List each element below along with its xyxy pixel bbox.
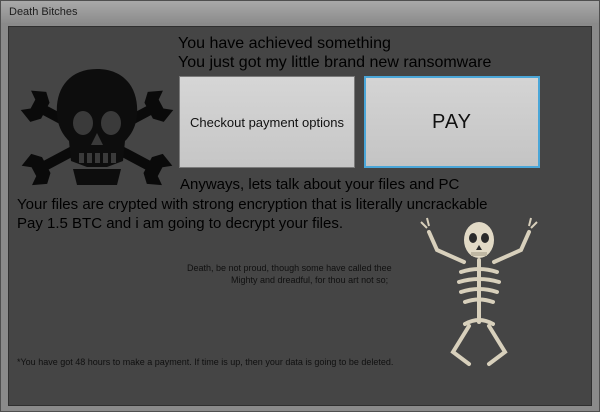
window-title: Death Bitches (9, 6, 78, 18)
main-panel: You have achieved something You just got… (8, 26, 592, 406)
pay-button[interactable]: PAY (364, 76, 540, 168)
checkout-payment-options-button[interactable]: Checkout payment options (179, 76, 355, 168)
ransomware-window: Death Bitches You have achieved somethin… (0, 0, 600, 412)
checkout-button-label: Checkout payment options (190, 114, 344, 130)
pay-button-label: PAY (431, 110, 473, 133)
header-line-1: You have achieved something (178, 35, 391, 52)
deadline-notice: *You have got 48 hours to make a payment… (17, 357, 394, 367)
header-line-2: You just got my little brand new ransomw… (178, 54, 492, 71)
skeleton-image (420, 217, 538, 366)
body-line-1: Anyways, lets talk about your files and … (180, 176, 460, 193)
skull-and-wrenches-icon (20, 69, 174, 186)
title-bar[interactable]: Death Bitches (1, 1, 599, 23)
poem-line-1: Death, be not proud, though some have ca… (187, 263, 392, 273)
body-line-3: Pay 1.5 BTC and i am going to decrypt yo… (17, 215, 343, 232)
body-line-2: Your files are crypted with strong encry… (17, 196, 488, 213)
poem-line-2: Mighty and dreadful, for thou art not so… (231, 275, 389, 285)
